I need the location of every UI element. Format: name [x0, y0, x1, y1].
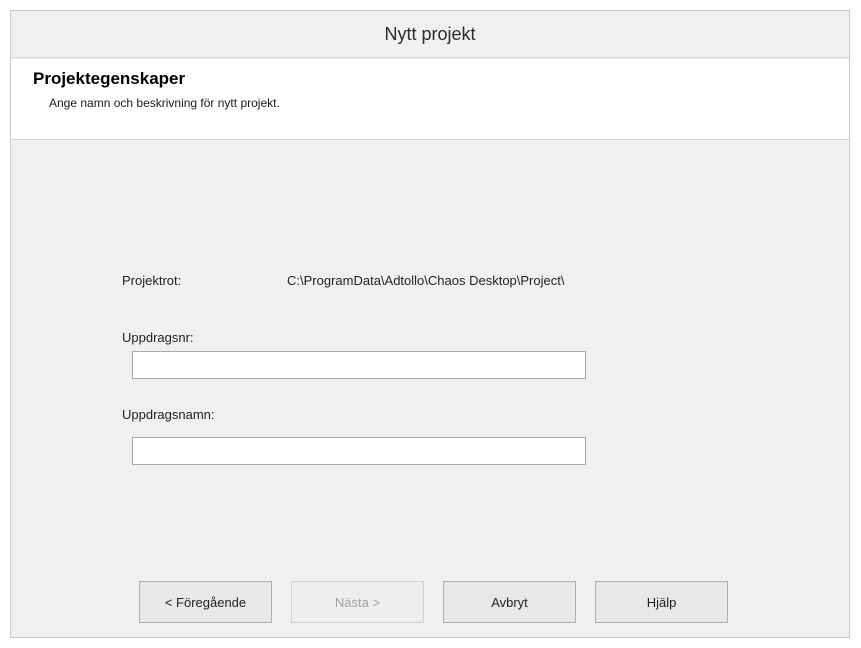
previous-button[interactable]: < Föregående	[139, 581, 272, 623]
new-project-dialog: Nytt projekt Projektegenskaper Ange namn…	[10, 10, 850, 638]
window-title: Nytt projekt	[11, 11, 849, 58]
help-button[interactable]: Hjälp	[595, 581, 728, 623]
next-button[interactable]: Nästa >	[291, 581, 424, 623]
assignment-number-input[interactable]	[132, 351, 586, 379]
cancel-button[interactable]: Avbryt	[443, 581, 576, 623]
wizard-header: Projektegenskaper Ange namn och beskrivn…	[11, 59, 849, 140]
assignment-name-input[interactable]	[132, 437, 586, 465]
project-root-path: C:\ProgramData\Adtollo\Chaos Desktop\Pro…	[287, 273, 565, 288]
project-root-label: Projektrot:	[122, 273, 182, 288]
page-title: Projektegenskaper	[33, 69, 186, 88]
assignment-number-label: Uppdragsnr:	[122, 330, 194, 345]
assignment-name-label: Uppdragsnamn:	[122, 407, 215, 422]
page-subtitle: Ange namn och beskrivning för nytt proje…	[49, 96, 280, 110]
